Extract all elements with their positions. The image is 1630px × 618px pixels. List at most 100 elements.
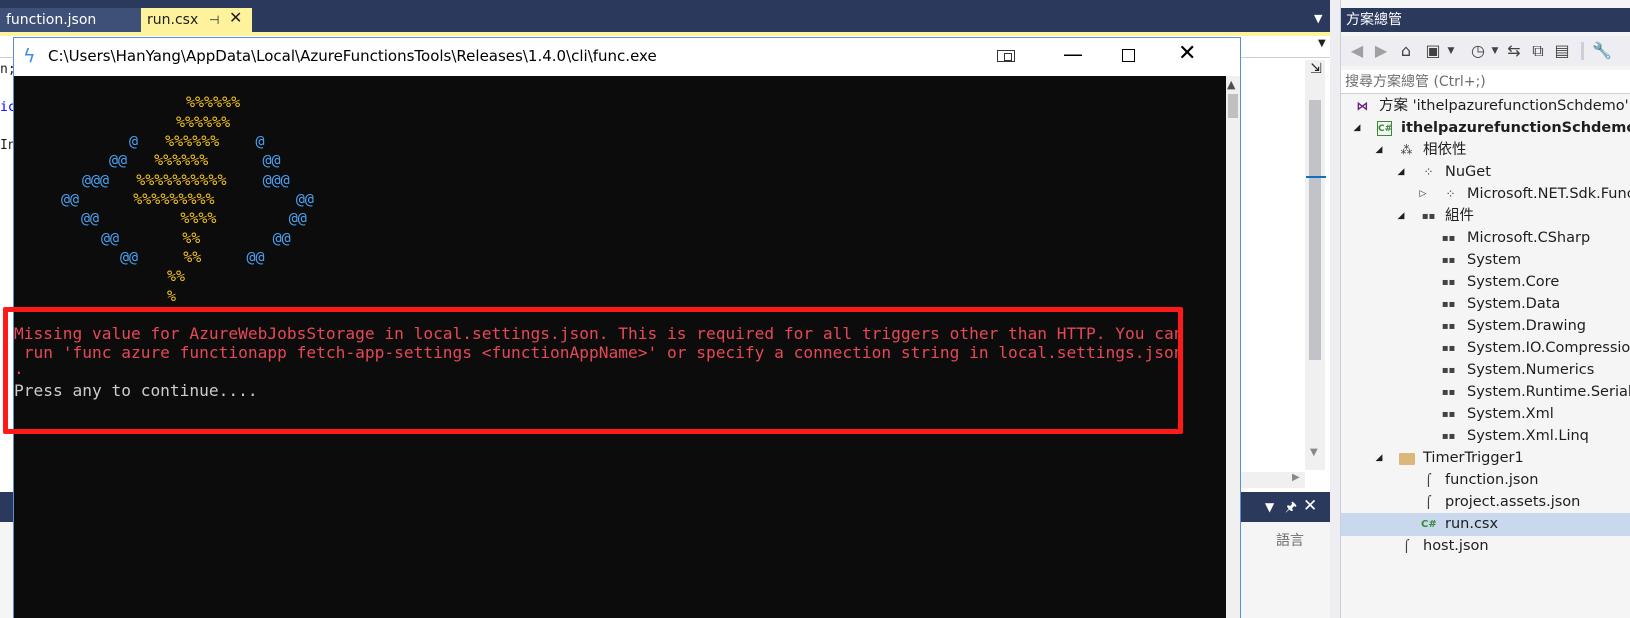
minimize-icon[interactable]: —: [1063, 42, 1083, 66]
art-blue: @@: [81, 209, 100, 227]
show-all-files-icon[interactable]: ▤: [1551, 39, 1573, 63]
tree-item-file[interactable]: ⌠ project.assets.json: [1341, 491, 1630, 514]
tree-item-file-selected[interactable]: C# run.csx: [1341, 513, 1630, 536]
toolbar-separator: [1581, 42, 1584, 60]
chevron-down-icon[interactable]: ▼: [1489, 39, 1501, 63]
collapsed-arrow-icon[interactable]: ▷: [1417, 183, 1429, 206]
dependencies-icon: ⁂: [1400, 143, 1413, 157]
tree-item-label: Microsoft.NET.Sdk.Func: [1467, 186, 1630, 202]
tree-item-label: Microsoft.CSharp: [1467, 230, 1591, 246]
tree-item-reference[interactable]: ▪▪ System.Core: [1341, 271, 1630, 294]
solution-explorer: 方案總管 ◀ ▶ ⌂ ▣ ▼ ◷ ▼ ⇆ ⧉ ▤ 🔧 搜尋方案總管 (Ctrl+…: [1340, 0, 1630, 618]
tab-overflow-dropdown-icon[interactable]: ▼: [1314, 12, 1322, 25]
home-icon[interactable]: ⌂: [1395, 39, 1417, 63]
close-icon[interactable]: ✕: [1178, 41, 1196, 66]
art-blue: @@: [295, 190, 314, 208]
snap-window-icon[interactable]: [997, 50, 1015, 62]
console-vertical-scrollbar[interactable]: [1226, 76, 1240, 618]
art-blue: @@: [109, 151, 128, 169]
reference-icon: ▪▪: [1441, 409, 1456, 420]
expand-arrow-icon[interactable]: ◢: [1351, 117, 1363, 140]
tree-item-project[interactable]: ◢ C# ithelpazurefunctionSchdemo: [1341, 117, 1630, 140]
ascii-art-line: @@ %%%%%% @@: [109, 150, 281, 170]
csharp-project-icon: C#: [1377, 121, 1392, 136]
pin-icon[interactable]: ⊣: [209, 10, 219, 30]
tree-item-reference[interactable]: ▪▪ System.Numerics: [1341, 359, 1630, 382]
tab-function-json[interactable]: function.json: [0, 8, 141, 32]
tree-item-package[interactable]: ▷ ⁘ Microsoft.NET.Sdk.Func: [1341, 183, 1630, 206]
chevron-down-icon[interactable]: ▼: [1265, 500, 1274, 514]
tree-item-reference[interactable]: ▪▪ System: [1341, 249, 1630, 272]
reference-icon: ▪▪: [1441, 321, 1456, 332]
expand-arrow-icon[interactable]: ◢: [1395, 205, 1407, 228]
scrollbar-thumb[interactable]: [1309, 100, 1321, 360]
scroll-down-icon[interactable]: ▼: [1310, 447, 1318, 458]
art-yellow: %%%: [186, 93, 214, 111]
tree-item-file[interactable]: ⌠ function.json: [1341, 469, 1630, 492]
reference-icon: ▪▪: [1441, 431, 1456, 442]
tree-item-reference[interactable]: ▪▪ System.Data: [1341, 293, 1630, 316]
tree-item-folder[interactable]: ◢ TimerTrigger1: [1341, 447, 1630, 470]
sync-icon[interactable]: ⇆: [1503, 39, 1525, 63]
tree-item-dependencies[interactable]: ◢ ⁂ 相依性: [1341, 139, 1630, 162]
tree-item-label: System.Xml: [1467, 406, 1554, 422]
scroll-up-icon[interactable]: ▲: [1227, 78, 1235, 91]
tree-item-label: NuGet: [1445, 164, 1491, 180]
solution-explorer-search-input[interactable]: 搜尋方案總管 (Ctrl+;): [1341, 70, 1630, 94]
tree-item-reference[interactable]: ▪▪ System.IO.Compression: [1341, 337, 1630, 360]
solution-explorer-toolbar: ◀ ▶ ⌂ ▣ ▼ ◷ ▼ ⇆ ⧉ ▤ 🔧: [1341, 36, 1630, 66]
ascii-art-line: %%%%%%: [186, 92, 240, 112]
solution-icon: ⋈: [1356, 99, 1369, 113]
art-blue: @: [255, 132, 265, 150]
chevron-down-icon[interactable]: ▼: [1318, 38, 1326, 49]
switch-views-icon[interactable]: ▣: [1421, 39, 1445, 63]
tree-item-reference[interactable]: ▪▪ Microsoft.CSharp: [1341, 227, 1630, 250]
collapse-all-icon[interactable]: ⧉: [1527, 39, 1549, 63]
reference-icon: ▪▪: [1441, 233, 1456, 244]
art-yellow: %%%: [203, 113, 231, 131]
close-tab-icon[interactable]: ✕: [229, 8, 242, 28]
tree-item-label: project.assets.json: [1445, 494, 1581, 510]
tree-item-reference[interactable]: ▪▪ System.Runtime.Seriali: [1341, 381, 1630, 404]
close-icon[interactable]: ✕: [1303, 496, 1317, 516]
reference-icon: ▪▪: [1441, 365, 1456, 376]
art-yellow: %%%: [213, 93, 241, 111]
scrollbar-thumb[interactable]: [1228, 94, 1238, 118]
properties-icon[interactable]: 🔧: [1591, 39, 1613, 63]
art-yellow: %%%: [187, 190, 215, 208]
tree-item-label: System.Drawing: [1467, 318, 1586, 334]
tree-item-label: System: [1467, 252, 1522, 268]
tree-item-label: function.json: [1445, 472, 1539, 488]
tree-item-reference[interactable]: ▪▪ System.Drawing: [1341, 315, 1630, 338]
chevron-down-icon[interactable]: ▼: [1445, 39, 1457, 63]
pin-icon[interactable]: 🖈: [1285, 498, 1297, 520]
tree-item-file[interactable]: ⌠ host.json: [1341, 535, 1630, 558]
scroll-right-icon[interactable]: ▶: [1292, 472, 1300, 483]
split-editor-icon[interactable]: ⇲: [1307, 60, 1325, 78]
nuget-icon: ⁘: [1423, 165, 1434, 179]
expand-arrow-icon[interactable]: ◢: [1373, 447, 1385, 470]
maximize-icon[interactable]: [1122, 49, 1135, 62]
ascii-art-line: @@ %% @@: [101, 228, 291, 248]
console-titlebar[interactable]: ϟ C:\Users\HanYang\AppData\Local\AzureFu…: [14, 38, 1240, 76]
tree-item-solution[interactable]: ⋈ 方案 'ithelpazurefunctionSchdemo' (: [1341, 95, 1630, 118]
art-blue: @@: [61, 190, 80, 208]
tree-item-assemblies[interactable]: ◢ ▪▪ 組件: [1341, 205, 1630, 228]
azure-functions-icon: ϟ: [23, 45, 36, 67]
expand-arrow-icon[interactable]: ◢: [1395, 161, 1407, 184]
forward-icon[interactable]: ▶: [1371, 39, 1391, 63]
tree-item-reference[interactable]: ▪▪ System.Xml: [1341, 403, 1630, 426]
back-icon[interactable]: ◀: [1347, 39, 1367, 63]
pending-changes-icon[interactable]: ◷: [1467, 39, 1489, 63]
expand-arrow-icon[interactable]: ◢: [1373, 139, 1385, 162]
art-yellow: %: [167, 287, 177, 305]
panel-splitter[interactable]: [1330, 0, 1340, 618]
ascii-art-line: @@ %%%%%%%%% @@: [61, 189, 314, 209]
tree-item-label: System.IO.Compression: [1467, 340, 1630, 356]
tree-item-reference[interactable]: ▪▪ System.Xml.Linq: [1341, 425, 1630, 448]
art-yellow: %%%: [154, 151, 182, 169]
art-blue: @@@: [262, 171, 290, 189]
tree-item-nuget[interactable]: ◢ ⁘ NuGet: [1341, 161, 1630, 184]
art-blue: @@: [246, 248, 265, 266]
tab-run-csx[interactable]: run.csx ⊣ ✕: [141, 8, 252, 32]
